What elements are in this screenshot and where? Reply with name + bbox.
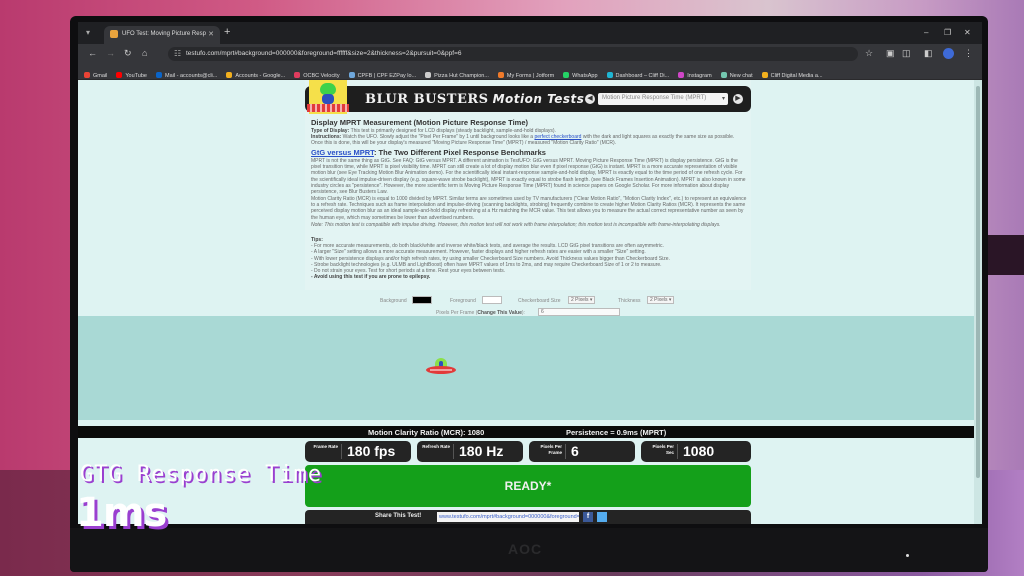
extension-icon[interactable]: ▣ xyxy=(886,48,895,59)
checkerboard-link[interactable]: perfect checkerboard xyxy=(534,134,581,140)
mcr-readout: Motion Clarity Ratio (MCR): 1080 xyxy=(368,428,485,437)
next-test-button[interactable]: ▶ xyxy=(733,94,743,104)
stat-pixels-per-frame: Pixels Per Frame 6 xyxy=(529,441,635,462)
tab-favicon-icon xyxy=(110,30,118,38)
bookmark-favicon-icon xyxy=(348,72,355,78)
pixels-per-frame-input[interactable]: 6 xyxy=(538,308,620,316)
section-note: Note: This motion test is compatible wit… xyxy=(311,222,721,228)
share-url-field[interactable]: www.testufo.com/mprt#background=000000&f… xyxy=(437,512,579,522)
epilepsy-warning: - Avoid using this test if you are prone… xyxy=(311,274,431,281)
section-paragraph-2: Motion Clarity Ratio (MCR) is equal to 1… xyxy=(311,196,747,221)
bookmark-favicon-icon xyxy=(294,72,301,78)
reload-icon[interactable]: ↻ xyxy=(124,48,132,59)
side-panel-icon[interactable]: ◧ xyxy=(924,48,933,59)
persistence-readout: Persistence = 0.9ms (MPRT) xyxy=(566,428,667,437)
tab-search-icon[interactable]: ▾ xyxy=(86,28,90,37)
home-icon[interactable]: ⌂ xyxy=(142,48,147,58)
tab-active[interactable]: UFO Test: Moving Picture Resp ✕ xyxy=(104,26,220,44)
gtg-vs-mprt-link[interactable]: GtG versus MPRT xyxy=(311,148,374,157)
ready-status-banner: READY* xyxy=(305,465,751,507)
bookmark-favicon-icon xyxy=(761,72,768,78)
checkerboard-size-label: Checkerboard Size xyxy=(518,298,561,304)
thickness-select[interactable]: 2 Pixels ▾ xyxy=(647,296,675,304)
profile-avatar[interactable] xyxy=(943,48,954,59)
stat-frame-rate: Frame Rate 180 fps xyxy=(305,441,411,462)
motion-test-track xyxy=(78,316,974,420)
minimize-button[interactable]: – xyxy=(924,28,928,37)
browser-toolbar: ← → ↻ ⌂ ☷ testufo.com/mprt#background=00… xyxy=(78,44,982,64)
monitor-brand-logo: AOC xyxy=(508,541,543,557)
tab-title: UFO Test: Moving Picture Resp xyxy=(122,31,206,37)
screen: ▾ UFO Test: Moving Picture Resp ✕ + – ❐ … xyxy=(78,22,982,524)
share-label: Share This Test! xyxy=(375,513,422,519)
tips-block: Tips: - For more accurate measurements, … xyxy=(311,237,747,280)
background-color-picker[interactable] xyxy=(412,296,432,304)
page-scrollbar[interactable] xyxy=(974,80,982,524)
bookmark-favicon-icon xyxy=(720,72,727,78)
prev-test-button[interactable]: ◀ xyxy=(585,94,595,104)
tab-bar: ▾ UFO Test: Moving Picture Resp ✕ + – ❐ … xyxy=(78,22,982,44)
stats-row: Frame Rate 180 fps Refresh Rate 180 Hz Pix… xyxy=(305,441,751,463)
new-tab-button[interactable]: + xyxy=(224,26,230,38)
bookmark-favicon-icon xyxy=(606,72,613,78)
url-text: testufo.com/mprt#background=000000&foreg… xyxy=(186,50,462,57)
menu-kebab-icon[interactable]: ⋮ xyxy=(964,48,973,59)
power-led xyxy=(906,554,909,557)
page-title: Display MPRT Measurement (Motion Picture… xyxy=(311,118,528,127)
checkerboard-size-select[interactable]: 2 Pixels ▾ xyxy=(568,296,596,304)
close-tab-icon[interactable]: ✕ xyxy=(208,30,214,38)
twitter-share-icon[interactable] xyxy=(597,512,607,522)
page-viewport: BLUR BUSTERS Motion Tests ◀ Motion Pictur… xyxy=(78,80,974,524)
bookmark-favicon-icon xyxy=(678,72,685,78)
ufo-logo-icon xyxy=(307,80,349,114)
scrollbar-thumb[interactable] xyxy=(976,86,980,478)
content-panel: BLUR BUSTERS Motion Tests ◀ Motion Pictur… xyxy=(305,80,751,290)
bookmark-favicon-icon xyxy=(425,72,432,78)
thickness-label: Thickness xyxy=(618,298,641,304)
facebook-share-icon[interactable]: f xyxy=(583,512,593,522)
bookmarks-bar: Gmail YouTube Mail - accounts@cli... Accoun… xyxy=(78,64,982,80)
stat-refresh-rate: Refresh Rate 180 Hz xyxy=(417,441,523,462)
extensions-puzzle-icon[interactable]: ◫ xyxy=(902,48,911,59)
background-label: Background xyxy=(380,298,407,304)
brand-title: BLUR BUSTERS Motion Tests xyxy=(365,92,585,107)
bookmark-favicon-icon xyxy=(116,72,123,78)
foreground-color-picker[interactable] xyxy=(482,296,502,304)
overlay-caption-value: 1ms xyxy=(76,490,167,536)
section-paragraph-1: MPRT is not the same thing as GtG. See F… xyxy=(311,158,746,196)
background-shadow xyxy=(985,235,1024,275)
test-select[interactable]: Motion Picture Response Time (MPRT) ▾ xyxy=(598,93,728,105)
chevron-down-icon: ▾ xyxy=(721,96,725,102)
bookmark-favicon-icon xyxy=(156,72,162,78)
ufo-sprite-icon xyxy=(426,358,456,382)
bookmark-favicon-icon xyxy=(563,72,570,78)
bookmark-star-icon[interactable]: ☆ xyxy=(865,48,873,59)
address-bar[interactable]: ☷ testufo.com/mprt#background=000000&for… xyxy=(168,47,858,61)
stat-pixels-per-sec: Pixels Per Sec 1080 xyxy=(641,441,751,462)
overlay-caption-title: GTG Response Time xyxy=(80,462,323,487)
blurbusters-header: BLUR BUSTERS Motion Tests ◀ Motion Pictur… xyxy=(305,80,751,114)
close-window-button[interactable]: ✕ xyxy=(964,28,971,37)
site-info-icon[interactable]: ☷ xyxy=(174,49,181,58)
mcr-bar: Motion Clarity Ratio (MCR): 1080 Persist… xyxy=(78,426,974,438)
back-icon[interactable]: ← xyxy=(88,48,97,58)
bookmark-favicon-icon xyxy=(497,72,504,78)
instructions: Instructions: Watch the UFO. Slowly adju… xyxy=(311,134,735,147)
restore-button[interactable]: ❐ xyxy=(944,28,951,37)
forward-icon[interactable]: → xyxy=(106,48,115,58)
foreground-label: Foreground xyxy=(450,298,476,304)
bookmark-favicon-icon xyxy=(226,72,233,78)
section-title: GtG versus MPRT: The Two Different Pixel… xyxy=(311,148,546,157)
bookmark-favicon-icon xyxy=(84,72,90,78)
share-bar: Share This Test! www.testufo.com/mprt#ba… xyxy=(305,510,751,524)
